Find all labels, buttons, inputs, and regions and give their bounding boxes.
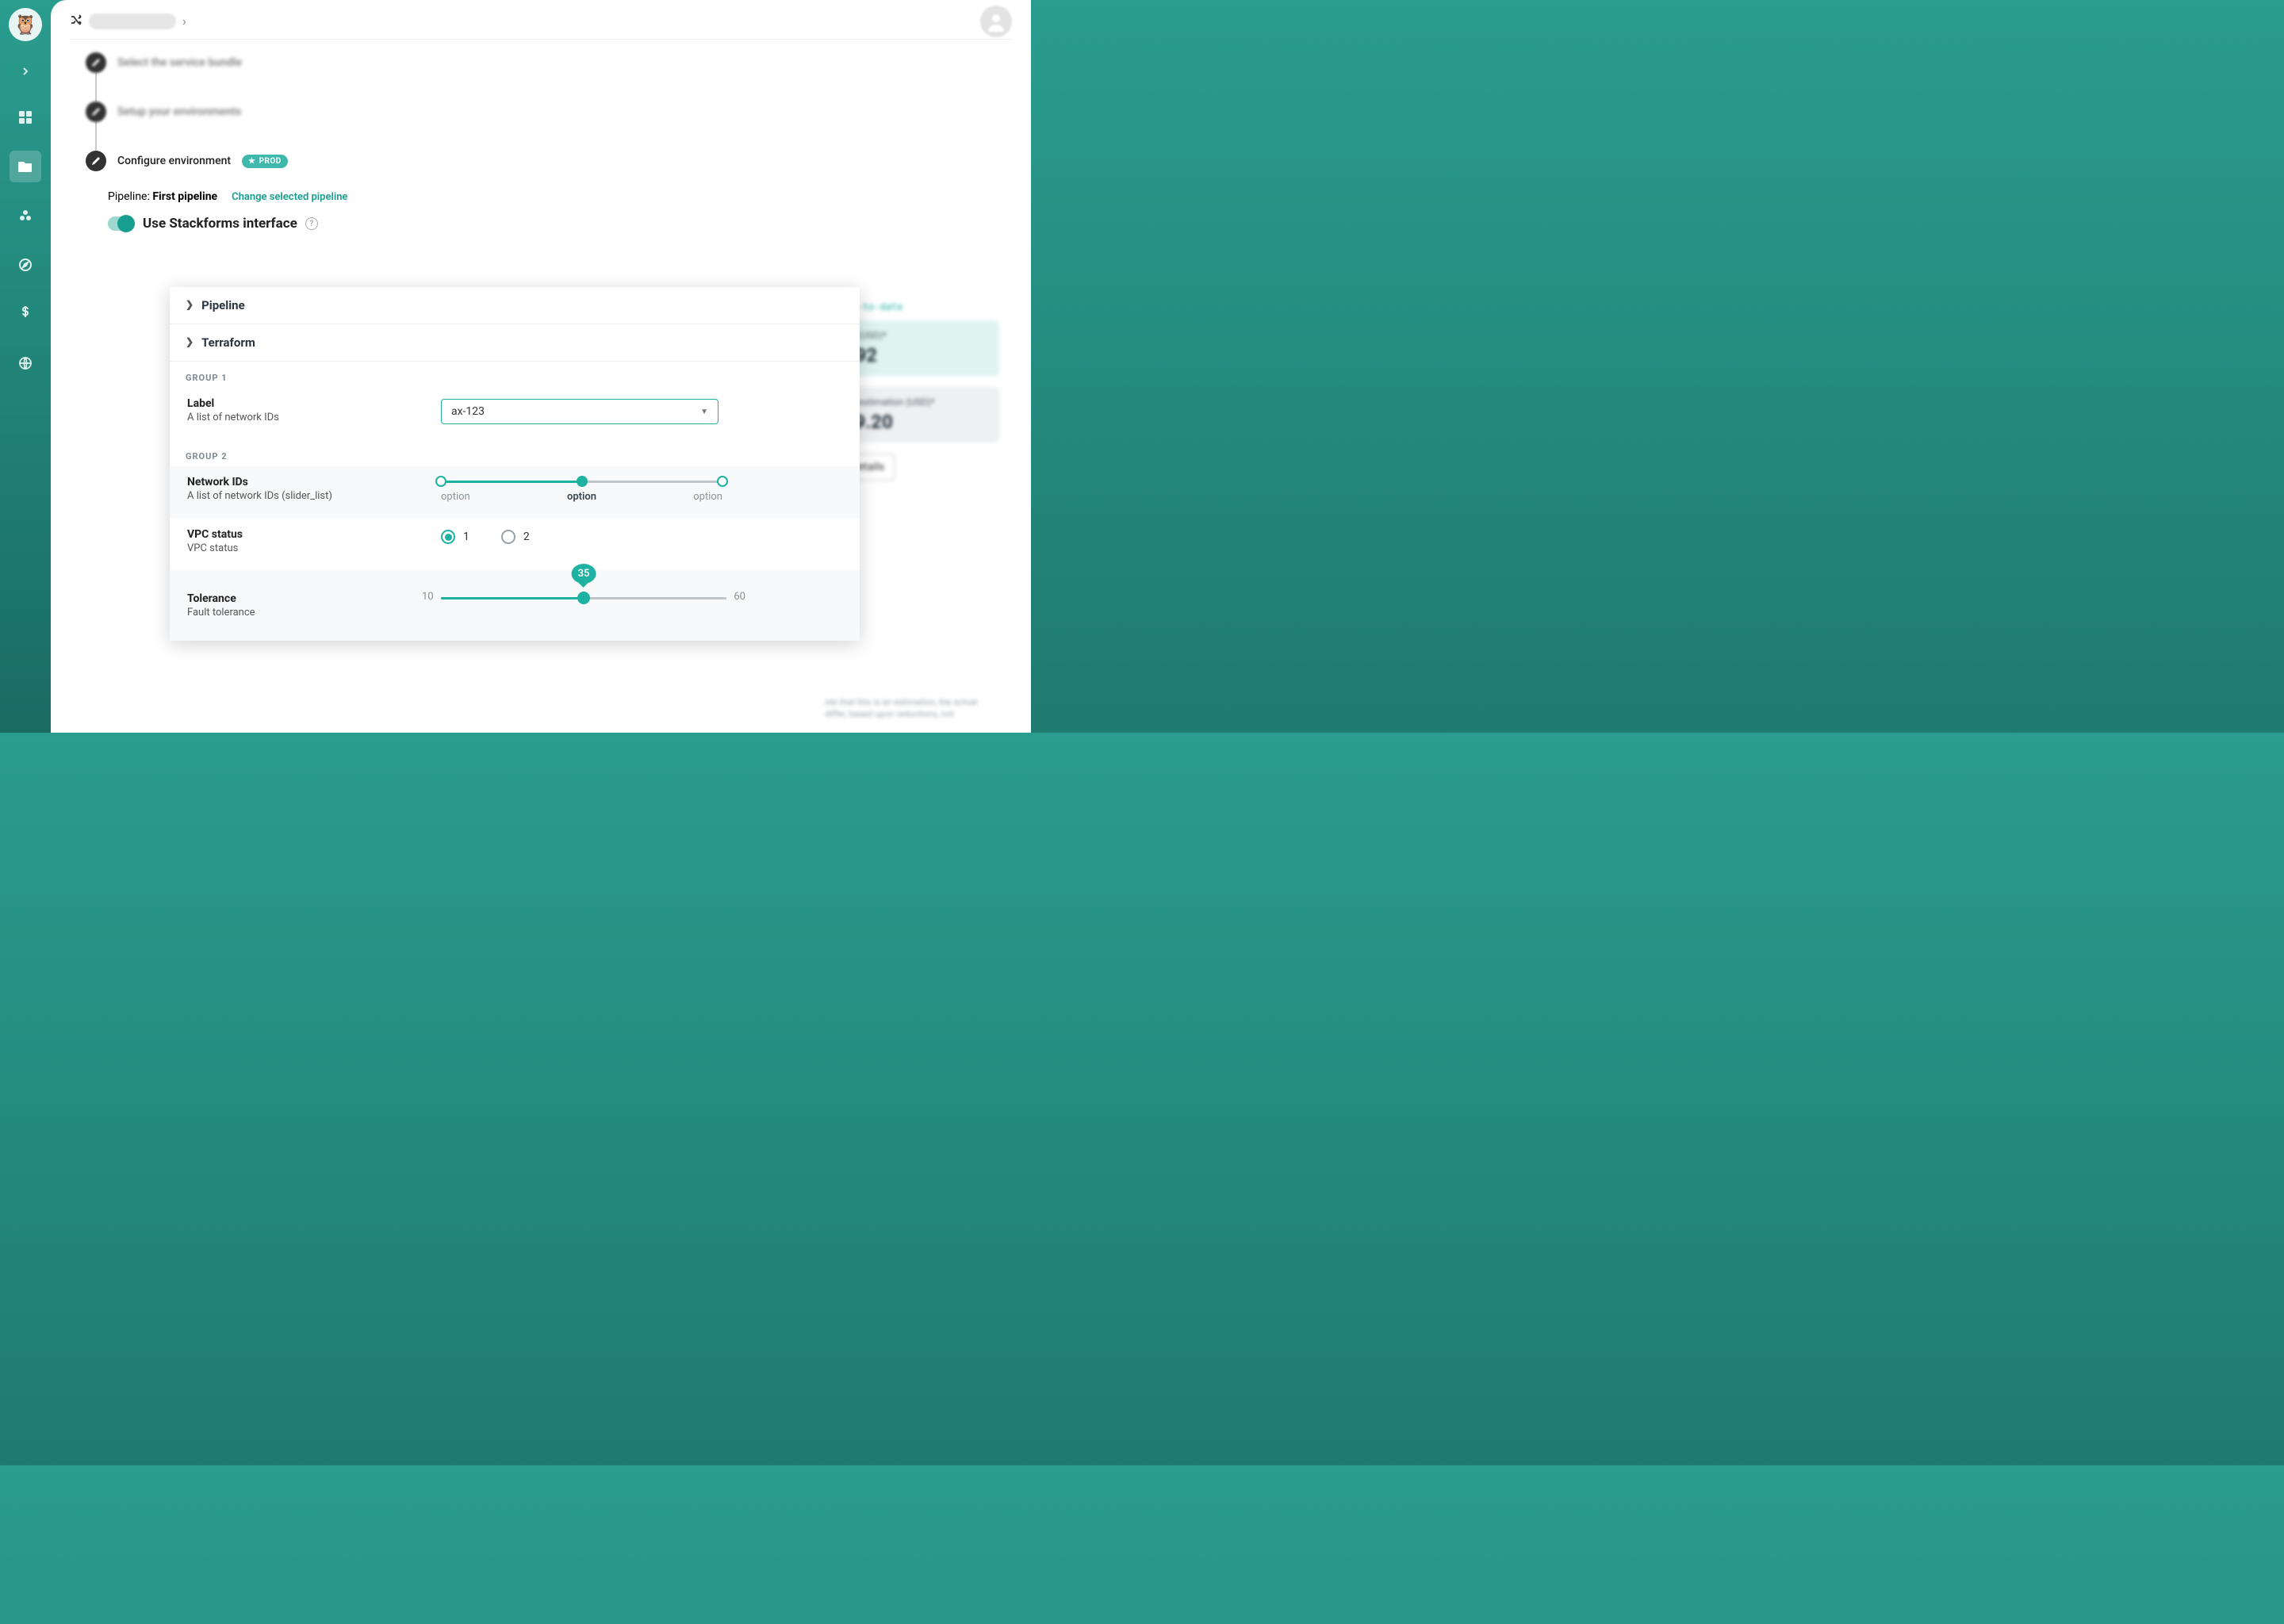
wizard-steps: Select the service bundle Setup your env…	[86, 52, 1012, 171]
breadcrumb: ›	[70, 13, 186, 29]
pencil-icon	[86, 151, 106, 171]
sidebar-dashboard-icon[interactable]	[10, 102, 41, 133]
group-2-label: GROUP 2	[170, 440, 860, 466]
shuffle-icon[interactable]	[70, 13, 82, 29]
sidebar: 🦉	[0, 0, 51, 733]
sidebar-expand-icon[interactable]	[13, 59, 38, 84]
field-label-title: Label	[187, 397, 425, 410]
section-pipeline[interactable]: ❯ Pipeline	[170, 287, 860, 324]
star-icon: ★	[248, 157, 255, 166]
wizard-step-1[interactable]: Select the service bundle	[86, 52, 1012, 73]
pencil-icon	[86, 52, 106, 73]
env-badge-label: PROD	[259, 157, 282, 166]
stackforms-toggle[interactable]	[108, 216, 135, 231]
wizard-step-3[interactable]: Configure environment ★ PROD	[86, 151, 1012, 171]
logo-owl-icon[interactable]: 🦉	[9, 8, 42, 41]
vpc-radio-1[interactable]: 1	[441, 530, 469, 544]
field-network-title: Network IDs	[187, 476, 425, 488]
section-terraform[interactable]: ❯ Terraform	[170, 324, 860, 362]
stackforms-toggle-row: Use Stackforms interface ?	[108, 216, 1012, 232]
field-tolerance-row: Tolerance Fault tolerance 10 60 35	[170, 570, 860, 641]
field-network-row: Network IDs A list of network IDs (slide…	[170, 466, 860, 519]
slider-opt-2: option	[693, 491, 722, 503]
pipeline-name: First pipeline	[152, 190, 217, 203]
step-connector	[95, 122, 97, 151]
sidebar-cost-icon[interactable]	[10, 298, 41, 330]
group-1-label: GROUP 1	[170, 362, 860, 388]
vpc-radio-2[interactable]: 2	[501, 530, 530, 544]
wizard-step-2[interactable]: Setup your environments	[86, 102, 1012, 122]
sidebar-projects-icon[interactable]	[10, 151, 41, 182]
field-vpc-title: VPC status	[187, 528, 425, 541]
label-select[interactable]: ax-123 ▼	[441, 399, 719, 424]
sidebar-stacks-icon[interactable]	[10, 200, 41, 232]
pipeline-row: Pipeline: First pipeline Change selected…	[108, 190, 1012, 203]
caret-down-icon: ▼	[700, 408, 708, 416]
section-pipeline-label: Pipeline	[201, 298, 245, 312]
network-slider[interactable]: option option option	[441, 481, 722, 503]
tolerance-slider[interactable]: 10 60 35	[441, 597, 726, 599]
slider-stop[interactable]	[717, 476, 728, 487]
slider-value-bubble: 35	[572, 564, 596, 584]
vpc-radio-group: 1 2	[441, 530, 842, 544]
cost-fineprint: ote that this is an estimation, the actu…	[825, 697, 999, 720]
form-card: ❯ Pipeline ❯ Terraform GROUP 1 Label A l…	[170, 287, 860, 641]
slider-opt-0: option	[441, 491, 470, 503]
wizard-step-2-label: Setup your environments	[117, 105, 241, 118]
pencil-icon	[86, 102, 106, 122]
chevron-right-icon: ›	[182, 13, 186, 29]
slider-opt-1: option	[567, 491, 596, 503]
chevron-right-icon: ❯	[186, 336, 194, 347]
field-vpc-row: VPC status VPC status 1 2	[170, 519, 860, 570]
radio-icon	[441, 530, 455, 544]
top-bar: ›	[70, 14, 1012, 40]
sidebar-compass-icon[interactable]	[10, 249, 41, 281]
label-select-value: ax-123	[451, 405, 485, 418]
field-label-row: Label A list of network IDs ax-123 ▼	[170, 388, 860, 440]
field-tolerance-title: Tolerance	[187, 592, 425, 605]
vpc-radio-1-label: 1	[463, 530, 469, 543]
slider-stop-selected[interactable]	[577, 476, 588, 487]
sidebar-globe-icon[interactable]	[10, 347, 41, 379]
section-terraform-label: Terraform	[201, 335, 255, 350]
chevron-right-icon: ❯	[186, 299, 194, 310]
field-label-desc: A list of network IDs	[187, 412, 425, 423]
tolerance-max: 60	[734, 591, 745, 603]
pipeline-prefix: Pipeline:	[108, 190, 152, 203]
pipeline-label: Pipeline: First pipeline	[108, 190, 217, 203]
field-vpc-desc: VPC status	[187, 542, 425, 554]
vpc-radio-2-label: 2	[523, 530, 530, 543]
slider-knob[interactable]	[577, 592, 590, 604]
breadcrumb-item[interactable]	[89, 13, 176, 29]
avatar[interactable]	[980, 6, 1012, 37]
field-tolerance-desc: Fault tolerance	[187, 607, 425, 619]
slider-stop[interactable]	[435, 476, 446, 487]
change-pipeline-link[interactable]: Change selected pipeline	[232, 191, 347, 203]
help-icon[interactable]: ?	[305, 217, 318, 230]
main-panel: › Select the service bundle Setup your e…	[51, 0, 1031, 733]
env-badge: ★ PROD	[242, 155, 288, 168]
radio-icon	[501, 530, 515, 544]
stackforms-toggle-label: Use Stackforms interface	[143, 216, 297, 232]
wizard-step-3-label: Configure environment	[117, 155, 231, 167]
wizard-step-1-label: Select the service bundle	[117, 56, 242, 69]
step-connector	[95, 73, 97, 102]
field-network-desc: A list of network IDs (slider_list)	[187, 490, 425, 502]
